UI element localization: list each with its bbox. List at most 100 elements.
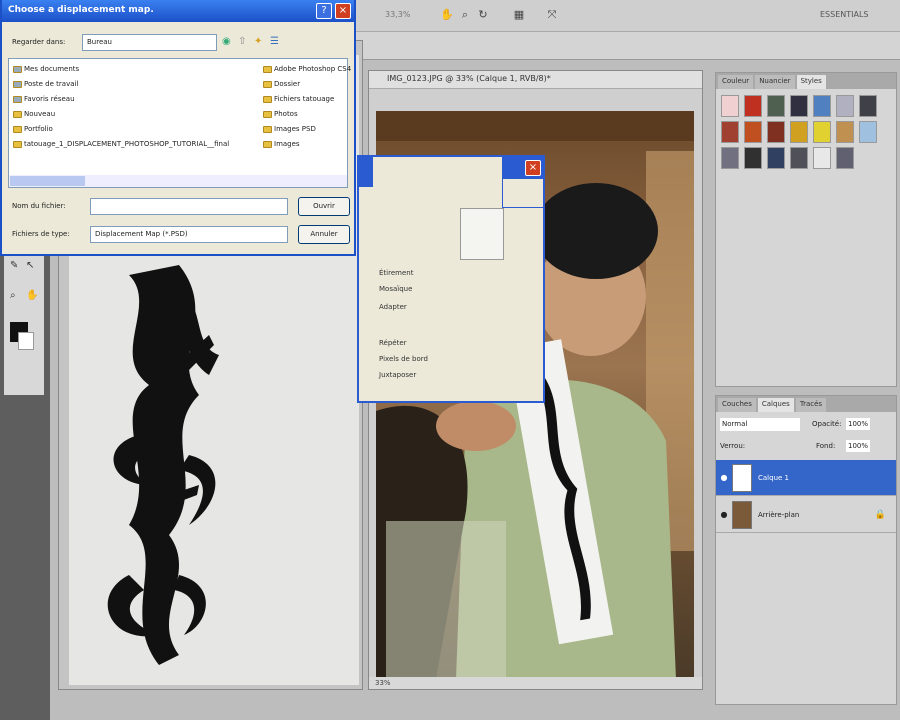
style-swatch[interactable]	[813, 147, 831, 169]
filename-label: Nom du fichier:	[12, 202, 66, 210]
eye-icon[interactable]: ●	[716, 473, 732, 482]
style-swatch[interactable]	[790, 95, 808, 117]
look-in-select[interactable]: Bureau	[82, 34, 217, 51]
up-folder-icon[interactable]: ⇧	[238, 36, 246, 47]
folder-icon	[263, 125, 272, 133]
cancel-button[interactable]: Annuler	[298, 225, 350, 244]
style-swatch[interactable]	[836, 147, 854, 169]
scrollbar-thumb[interactable]	[10, 176, 85, 186]
file-item[interactable]: Fichiers tatouage	[263, 95, 334, 103]
option-label-2: Juxtaposer	[379, 371, 417, 379]
path-tool-icon[interactable]: ↖	[26, 260, 38, 272]
filetype-select[interactable]: Displacement Map (*.PSD)	[90, 226, 288, 243]
zoom-tool-icon[interactable]: ⌕	[10, 290, 22, 302]
eyedropper-tool-icon[interactable]: ✎	[10, 260, 22, 272]
option-wrap[interactable]: Répéter	[379, 339, 407, 347]
close-icon[interactable]: ×	[335, 3, 351, 19]
tab-styles[interactable]: Styles	[796, 75, 826, 89]
style-swatch[interactable]	[836, 121, 854, 143]
layer-name: Arrière-plan	[758, 510, 800, 519]
file-item[interactable]: Adobe Photoshop CS4	[263, 65, 351, 73]
layer-row-background[interactable]: ● Arrière-plan 🔒	[716, 497, 896, 533]
style-swatch[interactable]	[744, 95, 762, 117]
choose-displacement-map-dialog: Choose a displacement map. ? × Regarder …	[0, 0, 356, 256]
file-item[interactable]: tatouage_1_DISPLACEMENT_PHOTOSHOP_TUTORI…	[13, 140, 229, 148]
screen-mode-icon[interactable]: ⤧	[545, 8, 559, 22]
lock-label: Verrou:	[720, 442, 746, 450]
style-swatch[interactable]	[790, 121, 808, 143]
eye-icon[interactable]: ●	[716, 510, 732, 519]
file-item-label: Adobe Photoshop CS4	[274, 65, 352, 73]
back-icon[interactable]: ◉	[222, 36, 231, 47]
option-stretch[interactable]: Étirement	[379, 269, 413, 277]
file-item[interactable]: Photos	[263, 110, 298, 118]
file-item-label: tatouage_1_DISPLACEMENT_PHOTOSHOP_TUTORI…	[24, 140, 230, 148]
layers-panel: Couches Calques Tracés Normal Opacité: 1…	[715, 395, 897, 705]
folder-icon	[263, 95, 272, 103]
fill-label: Fond:	[816, 442, 836, 450]
file-item[interactable]: Nouveau	[13, 110, 55, 118]
style-swatch[interactable]	[859, 121, 877, 143]
style-swatch[interactable]	[767, 95, 785, 117]
style-swatch[interactable]	[767, 147, 785, 169]
horizontal-scrollbar[interactable]	[9, 175, 347, 187]
style-swatch[interactable]	[744, 147, 762, 169]
folder-icon	[13, 140, 22, 148]
file-item-label: Favoris réseau	[24, 95, 75, 103]
documents-icon	[13, 65, 22, 73]
blend-mode-select[interactable]: Normal	[720, 418, 800, 431]
file-item[interactable]: Images	[263, 140, 300, 148]
style-swatch[interactable]	[721, 121, 739, 143]
tab-channels[interactable]: Couches	[718, 398, 756, 412]
rotate-icon[interactable]: ↻	[476, 8, 490, 22]
lock-icon: 🔒	[874, 509, 886, 520]
style-swatch[interactable]	[744, 121, 762, 143]
style-swatch[interactable]	[721, 95, 739, 117]
background-color-swatch[interactable]	[18, 332, 34, 350]
file-item-label: Photos	[274, 110, 298, 118]
file-item[interactable]: Favoris réseau	[13, 95, 75, 103]
filename-input[interactable]	[90, 198, 288, 215]
style-swatch[interactable]	[721, 147, 739, 169]
style-swatch[interactable]	[767, 121, 785, 143]
file-item[interactable]: Poste de travail	[13, 80, 78, 88]
zoom-icon[interactable]: ⌕	[458, 8, 472, 22]
arrange-icon[interactable]: ▦	[512, 8, 526, 22]
option-edge-pixels[interactable]: Pixels de bord	[379, 355, 428, 363]
help-icon[interactable]: ?	[316, 3, 332, 19]
workspace-switcher[interactable]: ESSENTIALS	[820, 10, 869, 19]
tab-paths[interactable]: Tracés	[795, 398, 827, 412]
document-title: IMG_0123.JPG @ 33% (Calque 1, RVB/8)*	[369, 71, 702, 89]
file-item[interactable]: Portfolio	[13, 125, 53, 133]
file-item[interactable]: Dossier	[263, 80, 300, 88]
close-icon[interactable]: ×	[525, 160, 541, 176]
new-folder-icon[interactable]: ✦	[254, 36, 262, 47]
tab-color[interactable]: Couleur	[718, 75, 754, 89]
layer-thumbnail	[732, 463, 752, 492]
style-swatch[interactable]	[813, 95, 831, 117]
style-swatch[interactable]	[859, 95, 877, 117]
document-status-bar: 33%	[369, 677, 702, 689]
hand-tool-icon[interactable]: ✋	[26, 290, 38, 302]
option-tile[interactable]: Mosaïque	[379, 285, 412, 293]
view-menu-icon[interactable]: ☰	[270, 36, 279, 47]
layer-row-calque-1[interactable]: ● Calque 1	[716, 460, 896, 496]
option-label: Adapter	[379, 303, 407, 311]
open-button[interactable]: Ouvrir	[298, 197, 350, 216]
opacity-field[interactable]: 100%	[846, 418, 871, 430]
file-item-label: Nouveau	[24, 110, 56, 118]
look-in-label: Regarder dans:	[12, 38, 66, 46]
fill-field[interactable]: 100%	[846, 440, 871, 452]
file-item[interactable]: Mes documents	[13, 65, 79, 73]
folder-icon	[263, 80, 272, 88]
tab-swatches[interactable]: Nuancier	[755, 75, 795, 89]
style-swatch[interactable]	[790, 147, 808, 169]
file-item[interactable]: Images PSD	[263, 125, 316, 133]
dialog-title-fragment	[359, 157, 373, 187]
file-item-label: Fichiers tatouage	[274, 95, 335, 103]
style-swatch[interactable]	[836, 95, 854, 117]
hand-icon[interactable]: ✋	[440, 8, 454, 22]
style-swatch[interactable]	[813, 121, 831, 143]
tab-layers[interactable]: Calques	[757, 398, 794, 412]
zoom-level[interactable]: 33,3%	[385, 10, 410, 19]
